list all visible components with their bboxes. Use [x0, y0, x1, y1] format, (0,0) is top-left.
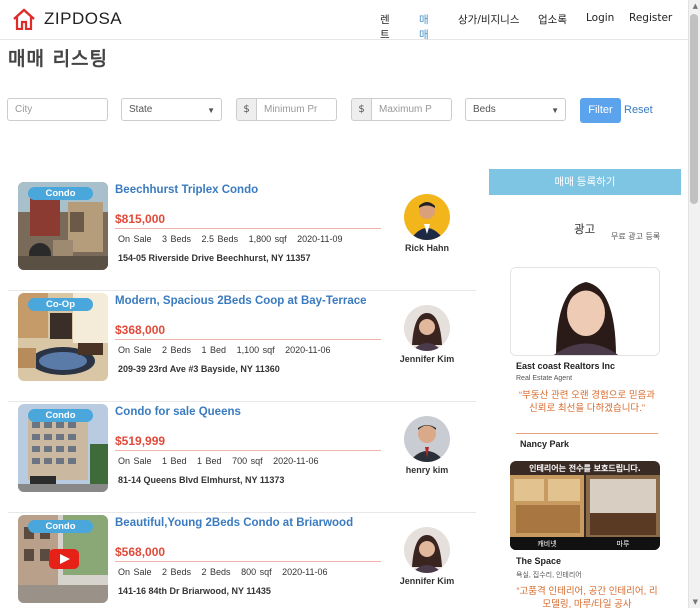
listing-card[interactable]: Condo Condo for sale Queens $519,999 On … [8, 402, 476, 513]
nav-directory[interactable]: 업소록 [538, 12, 567, 27]
agent-name[interactable]: Rick Hahn [388, 243, 466, 253]
listing-title[interactable]: Modern, Spacious 2Beds Coop at Bay-Terra… [115, 295, 367, 307]
listing-price: $815,000 [115, 212, 166, 226]
listing-title[interactable]: Beechhurst Triplex Condo [115, 184, 258, 196]
ad-contact-name[interactable]: Nancy Park [520, 439, 569, 449]
house-icon [13, 8, 35, 30]
page-title: 매매 리스팅 [8, 48, 109, 70]
agent-avatar[interactable] [404, 305, 450, 351]
agent-name[interactable]: Jennifer Kim [388, 576, 466, 586]
ad-divider [516, 433, 658, 434]
filter-bar: City State ▼ $ Minimum Pr $ Maximum P Be… [0, 98, 688, 124]
chevron-down-icon: ▼ [207, 106, 215, 115]
listing-meta: On Sale 2 Beds 2 Beds 800 sqf 2020-11-06 [118, 567, 328, 577]
property-type-badge: Condo [28, 409, 93, 422]
listing-card[interactable]: Co-Op Modern, Spacious 2Beds Coop at Bay… [8, 291, 476, 402]
price-divider [115, 450, 381, 451]
property-type-badge: Condo [28, 520, 93, 533]
listing-card[interactable]: Condo Beautiful,Young 2Beds Condo at Bri… [8, 513, 476, 608]
agent-avatar[interactable] [404, 194, 450, 240]
agent-name[interactable]: Jennifer Kim [388, 354, 466, 364]
min-price-placeholder: Minimum Pr [264, 104, 318, 115]
nav-rent[interactable]: 렌트 [380, 12, 390, 42]
ad-tab-cabinet: 캐비넷 [537, 540, 557, 548]
max-price-placeholder: Maximum P [379, 104, 432, 115]
scroll-up-icon[interactable]: ▲ [693, 2, 698, 10]
listing-photo[interactable]: Condo [18, 404, 108, 492]
free-ad-link[interactable]: 무료 광고 등록 [611, 231, 660, 242]
city-input[interactable]: City [7, 98, 108, 121]
nav-login[interactable]: Login [586, 12, 614, 24]
register-listing-button[interactable]: 매매 등록하기 [489, 169, 681, 195]
scroll-thumb[interactable] [690, 14, 698, 204]
min-price-input[interactable]: Minimum Pr [256, 98, 337, 121]
listing-address: 154-05 Riverside Drive Beechhurst, NY 11… [118, 253, 311, 263]
brand-name: ZIPDOSA [44, 9, 123, 28]
listing-meta: On Sale 1 Bed 1 Bed 700 sqf 2020-11-06 [118, 456, 319, 466]
listing-price: $519,999 [115, 434, 166, 448]
ad-banner[interactable]: 인테리어는 전수를 보호드립니다. 캐비넷 마루 [510, 461, 660, 550]
listing-title[interactable]: Condo for sale Queens [115, 406, 241, 418]
agent-avatar[interactable] [404, 416, 450, 462]
listing-price: $568,000 [115, 545, 166, 559]
agent-avatar[interactable] [404, 527, 450, 573]
scroll-down-icon[interactable]: ▼ [693, 598, 698, 606]
listing-photo[interactable]: Co-Op [18, 293, 108, 381]
top-navbar: ZIPDOSA 렌트 매매 상가/비지니스 업소록 Login Register [0, 0, 688, 42]
ad-company-name[interactable]: The Space [516, 556, 561, 566]
reset-link[interactable]: Reset [624, 104, 653, 116]
filter-button[interactable]: Filter [580, 98, 621, 123]
max-price-input[interactable]: Maximum P [371, 98, 452, 121]
brand-logo[interactable]: ZIPDOSA [12, 8, 122, 30]
chevron-down-icon: ▼ [551, 106, 559, 115]
price-divider [115, 561, 381, 562]
listing-card[interactable]: Condo Beechhurst Triplex Condo $815,000 … [8, 180, 476, 291]
listing-photo[interactable]: Condo [18, 182, 108, 270]
city-placeholder: City [15, 104, 33, 115]
beds-select[interactable]: Beds ▼ [465, 98, 566, 121]
listing-meta: On Sale 3 Beds 2.5 Beds 1,800 sqf 2020-1… [118, 234, 343, 244]
nav-sale[interactable]: 매매 [419, 12, 429, 42]
listing-address: 209-39 23rd Ave #3 Bayside, NY 11360 [118, 364, 280, 374]
listing-price: $368,000 [115, 323, 166, 337]
state-select[interactable]: State ▼ [121, 98, 222, 121]
page-scrollbar[interactable]: ▲ ▼ [688, 0, 700, 608]
state-value: State [129, 104, 153, 115]
property-type-badge: Condo [28, 187, 93, 200]
listing-address: 141-16 84th Dr Briarwood, NY 11435 [118, 586, 271, 596]
listing-address: 81-14 Queens Blvd Elmhurst, NY 11373 [118, 475, 285, 485]
ad-quote: “부동산 관련 오랜 경험으로 믿음과 신뢰로 최선을 다하겠습니다.” [518, 390, 656, 414]
dollar-sign-min: $ [243, 104, 250, 115]
ad-quote: “고품격 인테리어, 공간 인테리어, 리모델링, 마루/타일 공사 [516, 586, 658, 608]
property-type-badge: Co-Op [28, 298, 93, 311]
ad-company-name[interactable]: East coast Realtors Inc [516, 361, 615, 371]
ad-company-category: Real Estate Agent [516, 375, 573, 382]
price-divider [115, 228, 381, 229]
dollar-addon-min: $ [236, 98, 257, 121]
ad-section-title: 광고 [574, 222, 596, 236]
listing-meta: On Sale 2 Beds 1 Bed 1,100 sqf 2020-11-0… [118, 345, 331, 355]
price-divider [115, 339, 381, 340]
ad-photo[interactable] [510, 267, 660, 356]
dollar-sign-max: $ [358, 104, 365, 115]
nav-commercial[interactable]: 상가/비지니스 [458, 12, 528, 27]
ad-tab-floor: 마루 [616, 540, 630, 548]
nav-register[interactable]: Register [629, 12, 672, 24]
listing-photo[interactable]: Condo [18, 515, 108, 603]
beds-value: Beds [473, 104, 496, 115]
ad-company-category: 욕실, 집수리, 인테리어 [516, 572, 582, 579]
dollar-addon-max: $ [351, 98, 372, 121]
agent-name[interactable]: henry kim [388, 465, 466, 475]
listing-title[interactable]: Beautiful,Young 2Beds Condo at Briarwood [115, 517, 353, 529]
